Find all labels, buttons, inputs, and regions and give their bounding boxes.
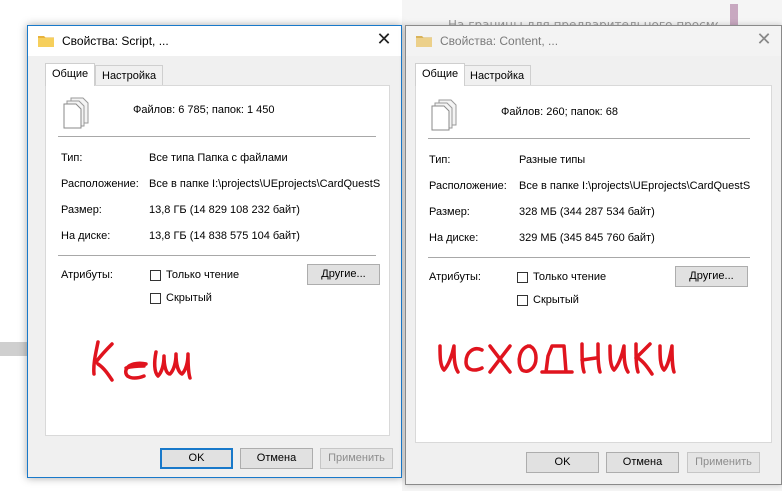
type-value: Разные типы bbox=[519, 154, 586, 166]
properties-dialog-script: Свойства: Script, ... ✕ Общие Настройка … bbox=[27, 25, 402, 478]
size-label: Размер: bbox=[429, 206, 470, 218]
tab-panel: Файлов: 6 785; папок: 1 450 Тип: Все тип… bbox=[45, 85, 390, 436]
advanced-attributes-button[interactable]: Другие... bbox=[675, 266, 748, 287]
apply-button[interactable]: Применить bbox=[320, 448, 393, 469]
file-count-summary: Файлов: 6 785; папок: 1 450 bbox=[133, 104, 275, 116]
size-on-disk-value: 13,8 ГБ (14 838 575 104 байт) bbox=[149, 230, 300, 242]
tab-general[interactable]: Общие bbox=[415, 63, 466, 86]
readonly-label: Только чтение bbox=[533, 271, 607, 283]
tab-general[interactable]: Общие bbox=[45, 63, 96, 86]
window-title: Свойства: Script, ... bbox=[62, 34, 169, 48]
advanced-attributes-button[interactable]: Другие... bbox=[307, 264, 380, 285]
cancel-button[interactable]: Отмена bbox=[240, 448, 313, 469]
ok-button[interactable]: OK bbox=[526, 452, 599, 473]
location-value: Все в папке I:\projects\UEprojects\CardQ… bbox=[149, 178, 381, 190]
handwritten-annotation-sources bbox=[438, 342, 676, 376]
divider bbox=[428, 257, 750, 258]
properties-dialog-content: Свойства: Content, ... ✕ Общие Настройка… bbox=[405, 25, 782, 485]
type-label: Тип: bbox=[429, 154, 451, 166]
attributes-label: Атрибуты: bbox=[429, 271, 481, 283]
attributes-label: Атрибуты: bbox=[61, 269, 113, 281]
size-on-disk-label: На диске: bbox=[61, 230, 111, 242]
tab-customize[interactable]: Настройка bbox=[463, 65, 532, 85]
size-value: 328 МБ (344 287 534 байт) bbox=[519, 206, 655, 218]
multiple-files-icon bbox=[63, 97, 89, 129]
folder-icon bbox=[38, 36, 54, 47]
ok-button[interactable]: OK bbox=[160, 448, 233, 469]
close-button[interactable]: ✕ bbox=[747, 26, 781, 56]
hidden-checkbox[interactable] bbox=[517, 295, 528, 306]
size-label: Размер: bbox=[61, 204, 102, 216]
tab-customize[interactable]: Настройка bbox=[95, 65, 164, 85]
file-count-summary: Файлов: 260; папок: 68 bbox=[501, 106, 619, 118]
divider bbox=[428, 138, 750, 139]
type-value: Все типа Папка с файлами bbox=[149, 152, 288, 164]
location-value: Все в папке I:\projects\UEprojects\CardQ… bbox=[519, 180, 751, 192]
readonly-checkbox[interactable] bbox=[150, 270, 161, 281]
title-bar[interactable]: Свойства: Script, ... ✕ bbox=[28, 26, 401, 56]
readonly-checkbox[interactable] bbox=[517, 272, 528, 283]
readonly-label: Только чтение bbox=[166, 269, 240, 281]
handwritten-annotation-cache bbox=[92, 340, 192, 382]
close-button[interactable]: ✕ bbox=[367, 26, 401, 56]
apply-button[interactable]: Применить bbox=[687, 452, 760, 473]
size-value: 13,8 ГБ (14 829 108 232 байт) bbox=[149, 204, 300, 216]
close-icon: ✕ bbox=[756, 29, 772, 50]
hidden-label: Скрытый bbox=[166, 292, 212, 304]
size-on-disk-label: На диске: bbox=[429, 232, 479, 244]
close-icon: ✕ bbox=[376, 29, 392, 50]
cancel-button[interactable]: Отмена bbox=[606, 452, 679, 473]
location-label: Расположение: bbox=[429, 180, 507, 192]
divider bbox=[58, 255, 376, 256]
window-title: Свойства: Content, ... bbox=[440, 34, 559, 48]
folder-icon bbox=[416, 36, 432, 47]
hidden-label: Скрытый bbox=[533, 294, 579, 306]
size-on-disk-value: 329 МБ (345 845 760 байт) bbox=[519, 232, 655, 244]
type-label: Тип: bbox=[61, 152, 83, 164]
tab-panel: Файлов: 260; папок: 68 Тип: Разные типы … bbox=[415, 85, 772, 443]
location-label: Расположение: bbox=[61, 178, 139, 190]
title-bar[interactable]: Свойства: Content, ... ✕ bbox=[406, 26, 781, 56]
hidden-checkbox[interactable] bbox=[150, 293, 161, 304]
multiple-files-icon bbox=[431, 99, 457, 131]
divider bbox=[58, 136, 376, 137]
